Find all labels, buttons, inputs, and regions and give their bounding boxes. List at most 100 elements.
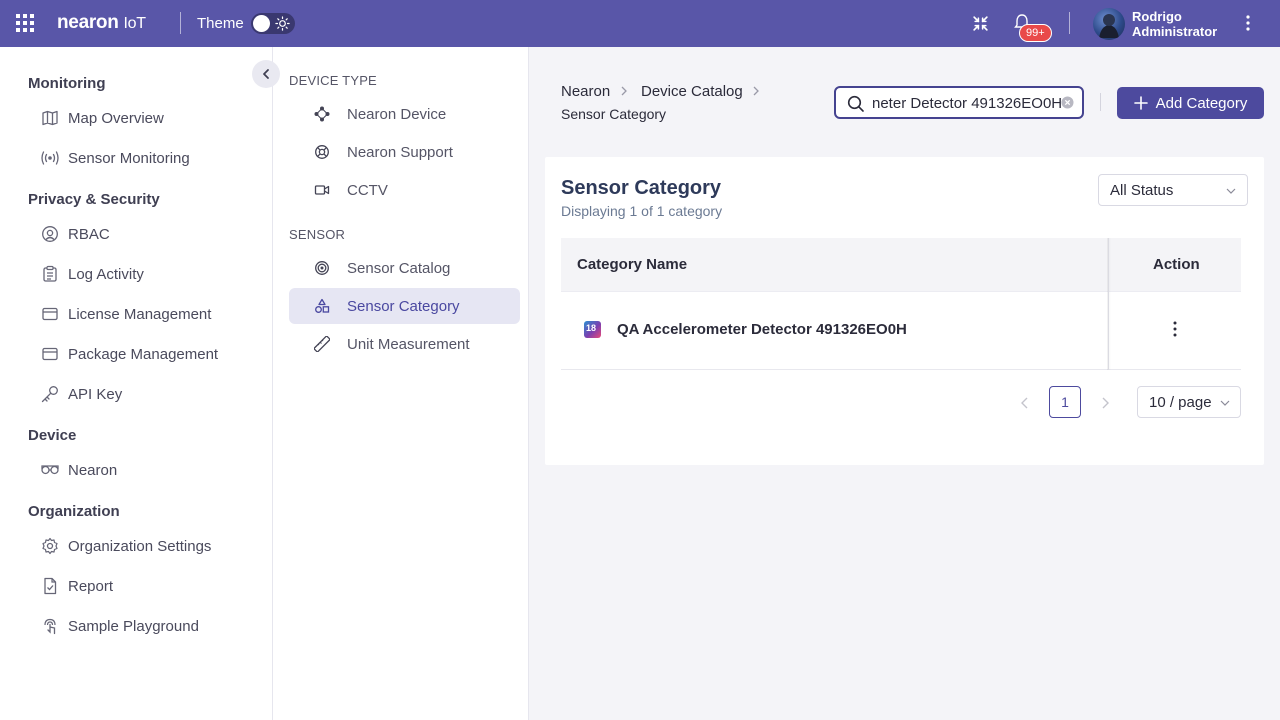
- logo-main-text: nearon: [57, 12, 119, 33]
- toolbar-divider: [1100, 93, 1101, 111]
- table-row[interactable]: 18 QA Accelerometer Detector 491326EO0H: [561, 292, 1241, 370]
- sidebar-item-label: Sample Playground: [68, 617, 199, 635]
- category-icon: 18: [584, 321, 601, 338]
- notification-badge: 99+: [1019, 24, 1052, 42]
- subnav-item-label: Nearon Device: [347, 105, 447, 123]
- status-filter-select[interactable]: All Status: [1098, 174, 1248, 206]
- search-icon: [847, 95, 864, 112]
- plus-icon: [1133, 96, 1148, 110]
- sidebar-item-label: Sensor Monitoring: [68, 149, 190, 167]
- sidebar-item-organization-settings[interactable]: Organization Settings: [40, 534, 211, 558]
- sidebar-item-rbac[interactable]: RBAC: [40, 222, 110, 246]
- sidebar-item-label: Nearon: [68, 461, 118, 479]
- touch-icon: [40, 616, 60, 636]
- subnav-item-unit-measurement[interactable]: Unit Measurement: [289, 326, 520, 362]
- subnav-item-nearon-support[interactable]: Nearon Support: [289, 134, 520, 170]
- search-input[interactable]: [872, 93, 1062, 113]
- sidebar-item-report[interactable]: Report: [40, 574, 113, 598]
- topbar-divider: [1069, 12, 1070, 34]
- sensor-heading: SENSOR: [289, 227, 346, 242]
- glasses-icon: [40, 460, 60, 480]
- subnav-item-sensor-catalog[interactable]: Sensor Catalog: [289, 250, 520, 286]
- shapes-icon: [313, 297, 331, 315]
- subnav-item-cctv[interactable]: CCTV: [289, 172, 520, 208]
- theme-label: Theme: [197, 15, 244, 32]
- section-privacy-security: Privacy & Security: [28, 191, 160, 208]
- user-name: Rodrigo: [1132, 9, 1182, 24]
- sidebar-item-label: API Key: [68, 385, 123, 403]
- chevron-right-icon: [621, 86, 627, 96]
- sidebar-item-nearon[interactable]: Nearon: [40, 458, 117, 482]
- avatar[interactable]: [1093, 8, 1125, 40]
- sidebar-item-label: Package Management: [68, 345, 219, 363]
- category-icon-text: 18: [586, 323, 597, 333]
- sidebar-item-map-overview[interactable]: Map Overview: [40, 106, 164, 130]
- category-card: Sensor Category Displaying 1 of 1 catego…: [545, 157, 1264, 465]
- subnav-item-label: CCTV: [347, 181, 388, 199]
- chevron-right-icon: [753, 86, 759, 96]
- sidebar-item-log-activity[interactable]: Log Activity: [40, 262, 144, 286]
- more-vertical-icon[interactable]: [1166, 319, 1184, 339]
- category-name[interactable]: QA Accelerometer Detector 491326EO0H: [617, 321, 907, 338]
- more-vertical-icon[interactable]: [1240, 14, 1256, 32]
- sidebar-item-api-key[interactable]: API Key: [40, 382, 122, 406]
- sidebar-item-label: Organization Settings: [68, 537, 212, 555]
- page-size-value: 10 / page: [1149, 394, 1212, 411]
- sidebar-item-package-management[interactable]: Package Management: [40, 342, 218, 366]
- add-category-label: Add Category: [1155, 94, 1248, 112]
- toggle-knob: [253, 15, 270, 32]
- top-bar: nearon IoT Theme 99+ Rodrigo Administrat…: [0, 0, 1280, 47]
- chevron-down-icon: [1220, 400, 1230, 406]
- section-organization: Organization: [28, 503, 120, 520]
- chevron-left-icon: [263, 69, 269, 79]
- sidebar-item-license-management[interactable]: License Management: [40, 302, 211, 326]
- sidebar-item-sample-playground[interactable]: Sample Playground: [40, 614, 199, 638]
- apps-grid-icon[interactable]: [16, 14, 34, 32]
- user-circle-icon: [40, 224, 60, 244]
- breadcrumb-device-catalog[interactable]: Device Catalog: [641, 83, 743, 100]
- column-header-category-name[interactable]: Category Name: [577, 256, 687, 273]
- main-content: Nearon Device Catalog Sensor Category Ad…: [529, 47, 1280, 720]
- user-role: Administrator: [1132, 24, 1218, 39]
- subnav-item-sensor-category[interactable]: Sensor Category: [289, 288, 520, 324]
- device-type-heading: DEVICE TYPE: [289, 73, 377, 88]
- app-logo[interactable]: nearon IoT: [57, 12, 146, 34]
- chevron-down-icon: [1226, 188, 1236, 194]
- sidebar-item-label: RBAC: [68, 225, 110, 243]
- column-header-action: Action: [1153, 256, 1200, 273]
- sidebar-item-label: License Management: [68, 305, 212, 323]
- sidebar-item-label: Map Overview: [68, 109, 164, 127]
- sidebar-collapse-button[interactable]: [252, 60, 280, 88]
- page-size-select[interactable]: 10 / page: [1137, 386, 1241, 418]
- lifebuoy-icon: [313, 143, 331, 161]
- collapse-screen-icon[interactable]: [972, 15, 989, 32]
- topbar-divider: [180, 12, 181, 34]
- subnav-item-label: Unit Measurement: [347, 335, 470, 353]
- gear-icon: [40, 536, 60, 556]
- logo-sub-text: IoT: [123, 15, 147, 32]
- card-icon: [40, 304, 60, 324]
- result-count: Displaying 1 of 1 category: [561, 203, 723, 219]
- fixed-column-shadow: [1107, 238, 1111, 370]
- add-category-button[interactable]: Add Category: [1117, 87, 1264, 119]
- user-info[interactable]: Rodrigo Administrator: [1132, 9, 1217, 39]
- map-icon: [40, 108, 60, 128]
- search-box[interactable]: [834, 86, 1084, 119]
- sidebar-item-sensor-monitoring[interactable]: Sensor Monitoring: [40, 146, 190, 170]
- sidebar-item-label: Report: [68, 577, 114, 595]
- table-header: Category Name Action: [561, 238, 1241, 292]
- section-device: Device: [28, 427, 77, 444]
- diamond-nodes-icon: [313, 105, 331, 123]
- chevron-left-icon[interactable]: [1017, 395, 1033, 411]
- breadcrumb-nearon[interactable]: Nearon: [561, 83, 610, 100]
- target-icon: [313, 259, 331, 277]
- video-camera-icon: [313, 181, 331, 199]
- sidebar-item-label: Log Activity: [68, 265, 144, 283]
- document-check-icon: [40, 576, 60, 596]
- page-number-button[interactable]: 1: [1049, 386, 1081, 418]
- ruler-icon: [313, 335, 331, 353]
- chevron-right-icon[interactable]: [1097, 395, 1113, 411]
- theme-toggle[interactable]: [251, 13, 295, 34]
- subnav-item-nearon-device[interactable]: Nearon Device: [289, 96, 520, 132]
- clear-icon[interactable]: [1061, 96, 1074, 109]
